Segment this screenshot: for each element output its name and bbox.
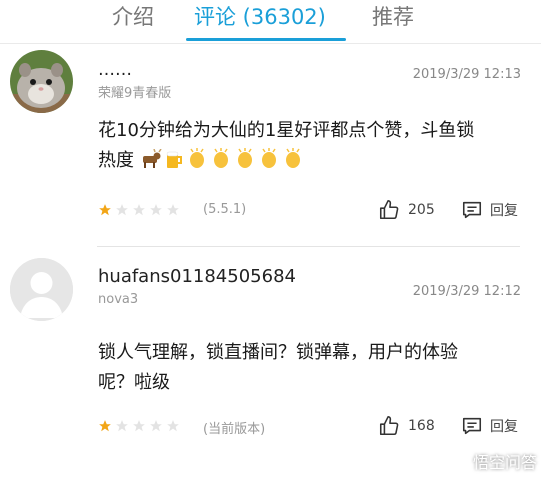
- username[interactable]: ……: [98, 60, 132, 80]
- clap-icon: [189, 148, 204, 168]
- avatar[interactable]: [10, 258, 73, 321]
- app-version: (5.5.1): [203, 202, 247, 217]
- star-empty-icon: [150, 204, 162, 216]
- ox-icon: [142, 149, 162, 168]
- reply-icon: [462, 201, 482, 219]
- star-empty-icon: [167, 204, 179, 216]
- comment-text: 锁人气理解，锁直播间？锁弹幕，用户的体验 呢？啦级: [98, 338, 528, 398]
- star-empty-icon: [133, 204, 145, 216]
- clap-icon: [237, 148, 252, 168]
- watermark: 悟空问答: [446, 449, 537, 473]
- star-filled-icon: [99, 204, 111, 216]
- like-count: 168: [408, 418, 435, 434]
- wukong-logo-icon: [446, 450, 468, 472]
- comment-item: huafans01184505684 nova3 2019/3/29 12:12…: [0, 248, 541, 460]
- star-rating: [98, 419, 180, 433]
- beer-icon: [166, 151, 182, 168]
- comment-item: …… 荣耀9青春版 2019/3/29 12:13 花10分钟给为大仙的1星好评…: [0, 44, 541, 247]
- tab-recommend[interactable]: 推荐: [372, 2, 414, 32]
- comment-divider: [97, 246, 520, 247]
- reply-icon: [462, 417, 482, 435]
- thumbs-up-icon: [379, 416, 399, 436]
- reply-button[interactable]: 回复: [461, 415, 518, 437]
- reply-label: 回复: [490, 419, 518, 435]
- tab-bar: 介绍 评论 (36302) 推荐: [0, 0, 541, 44]
- comment-text-line: 花10分钟给为大仙的1星好评都点个赞，斗鱼锁: [98, 120, 475, 141]
- emoji-row: [140, 148, 304, 170]
- star-empty-icon: [116, 420, 128, 432]
- comment-text: 花10分钟给为大仙的1星好评都点个赞，斗鱼锁 热度: [98, 116, 528, 176]
- tab-intro[interactable]: 介绍: [112, 2, 154, 32]
- comment-text-line: 呢？啦级: [98, 372, 170, 393]
- star-empty-icon: [167, 420, 179, 432]
- like-count: 205: [408, 202, 435, 218]
- clap-icon: [261, 148, 276, 168]
- like-button[interactable]: 205: [378, 199, 435, 221]
- star-rating: [98, 203, 180, 217]
- avatar[interactable]: [10, 50, 73, 113]
- star-filled-icon: [99, 420, 111, 432]
- star-empty-icon: [133, 420, 145, 432]
- comment-text-line: 热度: [98, 146, 528, 176]
- tab-comments[interactable]: 评论 (36302): [194, 2, 326, 32]
- star-empty-icon: [116, 204, 128, 216]
- star-empty-icon: [150, 420, 162, 432]
- clap-icon: [285, 148, 300, 168]
- device-name: 荣耀9青春版: [98, 86, 172, 101]
- thumbs-up-icon: [379, 200, 399, 220]
- hamster-avatar-icon: [10, 50, 73, 113]
- clap-icon: [213, 148, 228, 168]
- reply-label: 回复: [490, 203, 518, 219]
- comment-time: 2019/3/29 12:13: [412, 67, 521, 82]
- username[interactable]: huafans01184505684: [98, 266, 296, 287]
- reply-button[interactable]: 回复: [461, 199, 518, 221]
- default-avatar-icon: [10, 258, 73, 321]
- comment-time: 2019/3/29 12:12: [412, 284, 521, 299]
- active-tab-indicator: [186, 38, 346, 41]
- app-version: (当前版本): [203, 422, 266, 437]
- like-button[interactable]: 168: [378, 415, 435, 437]
- device-name: nova3: [98, 292, 139, 307]
- comment-text-segment: 热度: [98, 150, 134, 171]
- comment-text-line: 锁人气理解，锁直播间？锁弹幕，用户的体验: [98, 342, 458, 363]
- watermark-text: 悟空问答: [472, 453, 537, 472]
